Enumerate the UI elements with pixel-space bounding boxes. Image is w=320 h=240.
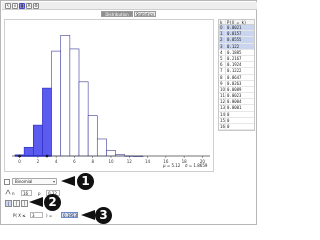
- tab-statistics[interactable]: Statistics: [134, 11, 156, 17]
- bar-k-2: [32, 124, 43, 157]
- table-cell-p: 0.0263: [227, 80, 242, 86]
- prob-equals-label: ) =: [46, 213, 53, 218]
- table-cell-k: 5: [219, 55, 226, 62]
- interval-start-marker: [18, 154, 21, 158]
- table-cell-p: 0.0089: [227, 86, 242, 92]
- table-cell-k: 3: [219, 43, 226, 49]
- curve-toggle-icon[interactable]: [4, 179, 11, 195]
- table-cell-p: 0.1885: [227, 49, 242, 55]
- interval-button[interactable]: [: [13, 200, 20, 207]
- curve-icon[interactable]: ∩: [12, 3, 18, 9]
- bar-k-7: [78, 81, 89, 157]
- table-cell-p: 0.1222: [227, 68, 242, 74]
- distribution-chart: 0 2 4 6 8 10 12 14 16 18 20 μ = 5.12 σ = 1.8659: [4, 19, 214, 172]
- table-cell-p: 0.2167: [227, 55, 242, 61]
- distribution-value: Binomial: [15, 179, 33, 184]
- x-tick-label-10: 10: [108, 159, 114, 164]
- table-cell-k: 0: [219, 25, 226, 31]
- x-tick-label-2: 2: [37, 159, 40, 164]
- arrow-icon[interactable]: ↖: [5, 3, 11, 9]
- text-icon[interactable]: A: [26, 3, 32, 9]
- table-cell-k: 4: [219, 49, 226, 55]
- bar-k-8: [87, 115, 98, 157]
- table-cell-p: 0.0647: [227, 74, 242, 80]
- table-cell-p: 0.0001: [227, 105, 242, 111]
- callout-1-number: 1: [77, 173, 94, 190]
- table-cell-p: 0.0004: [227, 99, 242, 105]
- table-cell-p: 0.122: [227, 43, 240, 49]
- x-tick-label-14: 14: [145, 159, 151, 164]
- table-cell-p: 0.0555: [227, 37, 242, 43]
- table-body: 0 0.0021 1 0.0157 2 0.0555 3 0.122 4 0.1885 5 0.216…: [219, 25, 254, 131]
- distribution-dropdown[interactable]: Binomial ▾: [12, 178, 57, 185]
- table-cell-k: 1: [219, 31, 226, 37]
- sigma-label: σ = 1.8659: [185, 163, 208, 168]
- bar-k-10: [106, 150, 116, 157]
- table-cell-k: 11: [220, 93, 226, 99]
- bar-k-1: [23, 146, 34, 157]
- table-cell-k: 10: [220, 86, 226, 93]
- x-tick-label-12: 12: [127, 159, 133, 164]
- header-k: k: [219, 20, 226, 25]
- table-cell-p: 0.1924: [227, 62, 242, 68]
- bar-k-3: [42, 87, 52, 157]
- chart-svg: 0 2 4 6 8 10 12 14 16 18 20: [12, 35, 210, 164]
- bar-k-9: [96, 138, 107, 157]
- bar-k-4: [51, 50, 62, 157]
- table-cell-p: 0: [227, 124, 230, 129]
- x-tick-label-4: 4: [55, 159, 58, 164]
- mean-label: μ = 5.12: [163, 163, 181, 168]
- n-label: n: [12, 191, 15, 196]
- table-cell-k: 2: [219, 37, 226, 43]
- bar-k-6: [69, 48, 80, 157]
- table-cell-k: 6: [219, 62, 226, 68]
- table-cell-p: 0.0157: [227, 31, 242, 37]
- table-cell-k: 7: [219, 68, 226, 74]
- chevron-down-icon: ▾: [52, 179, 55, 184]
- table-cell-k: 8: [219, 74, 226, 80]
- table-cell-k: 13: [220, 105, 226, 111]
- table-cell-k: 16: [220, 124, 226, 130]
- x-tick-label-6: 6: [73, 159, 76, 164]
- table-cell-p: 0.0021: [227, 25, 242, 30]
- right-sided-button[interactable]: ]: [21, 200, 28, 207]
- left-sided-button[interactable]: |: [5, 200, 12, 207]
- table-cell-p: 0.0023: [227, 93, 242, 99]
- table-cell-p: 0: [227, 117, 230, 123]
- prob-label: P( X ≤: [13, 213, 26, 218]
- table-cell-p: 0: [227, 111, 230, 117]
- callout-2-number: 2: [44, 194, 61, 211]
- toolbar: ↖ ∩ ▮ A ⚙: [2, 2, 257, 10]
- probability-calculator-window: ↖ ∩ ▮ A ⚙ Distribution Statistics 0 2 4 6 8 1…: [0, 0, 257, 225]
- table-cell-k: 12: [220, 99, 226, 105]
- probability-table: k P(X = k) 0 0.0021 1 0.0157 2 0.0555 3 0.122 4 0…: [218, 19, 255, 132]
- gear-icon[interactable]: ⚙: [33, 3, 39, 9]
- x-tick-label-8: 8: [91, 159, 94, 164]
- interval-end-marker: [45, 154, 49, 158]
- table-row: 16 0: [219, 124, 254, 131]
- bar-k-5: [60, 35, 71, 157]
- table-cell-k: 14: [220, 111, 226, 117]
- x-tick-label-0: 0: [18, 159, 21, 164]
- bar-chart-icon[interactable]: ▮: [19, 3, 25, 9]
- table-cell-k: 9: [219, 80, 226, 86]
- tab-distribution[interactable]: Distribution: [101, 11, 133, 17]
- callout-3-number: 3: [95, 207, 112, 224]
- header-p: P(X = k): [227, 20, 247, 25]
- table-cell-k: 15: [220, 117, 226, 123]
